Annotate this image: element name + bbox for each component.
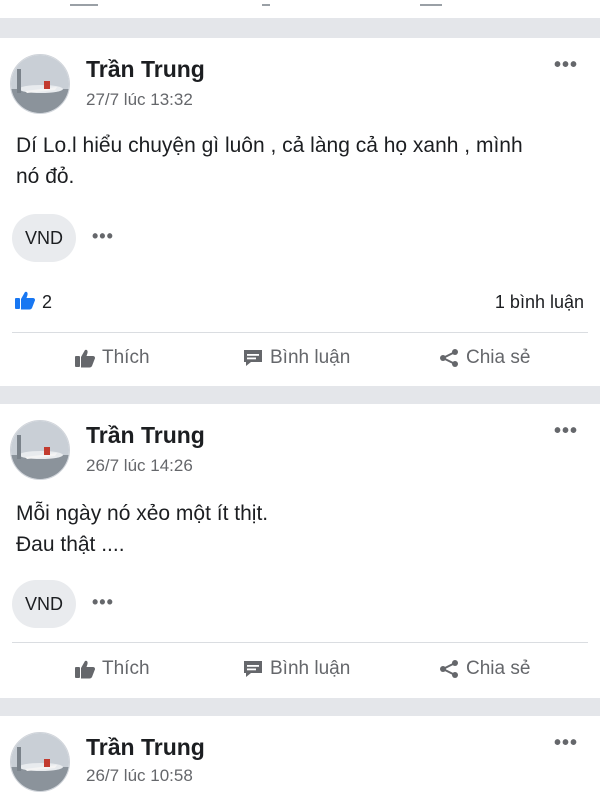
more-options-icon[interactable]: ••• (554, 54, 578, 77)
more-options-icon[interactable]: ••• (92, 592, 114, 613)
avatar[interactable] (10, 54, 70, 114)
reaction-chip[interactable]: VND (12, 214, 76, 262)
post-card: Trần Trung 26/7 lúc 10:58 ••• (0, 716, 600, 800)
post-text: Dí Lo.l hiểu chuyện gì luôn , cả làng cả… (16, 134, 523, 188)
comment-icon (242, 348, 264, 368)
share-button[interactable]: Chia sẻ (438, 658, 530, 680)
share-icon (438, 348, 460, 368)
divider (12, 332, 588, 333)
share-label: Chia sẻ (466, 347, 531, 368)
author-name[interactable]: Trần Trung (86, 734, 205, 761)
share-label: Chia sẻ (466, 658, 531, 679)
like-count: 2 (42, 292, 53, 312)
post-timestamp[interactable]: 26/7 lúc 10:58 (86, 766, 193, 786)
like-reaction-icon (14, 290, 36, 315)
divider (12, 642, 588, 643)
comment-label: Bình luận (270, 658, 351, 679)
more-options-icon[interactable]: ••• (92, 226, 114, 247)
like-summary[interactable]: 2 (14, 290, 52, 315)
post-timestamp[interactable]: 26/7 lúc 14:26 (86, 456, 193, 476)
post-text: Mỗi ngày nó xẻo một ít thịt. Đau thật ..… (16, 502, 269, 556)
more-options-icon[interactable]: ••• (554, 420, 578, 443)
like-label: Thích (102, 658, 150, 679)
post-card: Trần Trung 27/7 lúc 13:32 ••• Dí Lo.l hi… (0, 38, 600, 386)
share-button[interactable]: Chia sẻ (438, 347, 530, 369)
post-timestamp[interactable]: 27/7 lúc 13:32 (86, 90, 193, 110)
author-name[interactable]: Trần Trung (86, 422, 205, 449)
comment-button[interactable]: Bình luận (242, 658, 350, 680)
thumbs-up-icon (74, 348, 96, 368)
avatar[interactable] (10, 420, 70, 480)
reaction-chip[interactable]: VND (12, 580, 76, 628)
author-name[interactable]: Trần Trung (86, 56, 205, 83)
post-card: Trần Trung 26/7 lúc 14:26 ••• Mỗi ngày n… (0, 404, 600, 698)
comment-count[interactable]: 1 bình luận (495, 292, 584, 313)
comment-icon (242, 659, 264, 679)
like-label: Thích (102, 347, 150, 368)
comment-button[interactable]: Bình luận (242, 347, 350, 369)
like-button[interactable]: Thích (74, 658, 150, 680)
like-button[interactable]: Thích (74, 347, 150, 369)
comment-label: Bình luận (270, 347, 351, 368)
thumbs-up-icon (74, 659, 96, 679)
avatar[interactable] (10, 732, 70, 792)
previous-post-bottom (0, 0, 600, 18)
more-options-icon[interactable]: ••• (554, 732, 578, 755)
share-icon (438, 659, 460, 679)
